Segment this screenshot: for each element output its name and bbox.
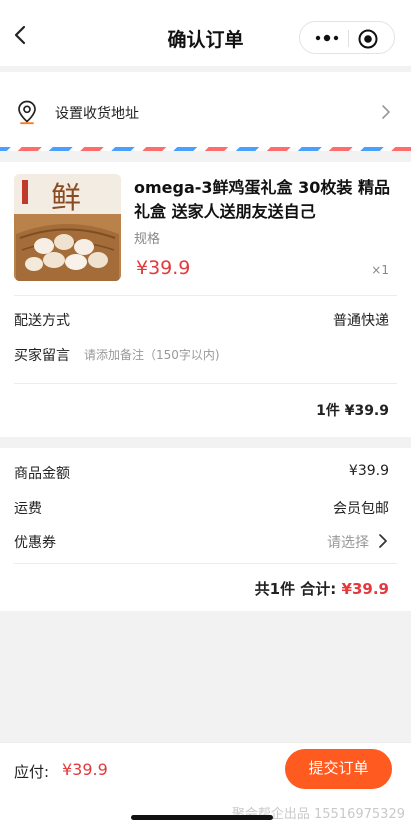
capsule-divider [348, 30, 349, 47]
target-circle-icon[interactable] [357, 28, 379, 50]
divider [14, 563, 397, 564]
product-spec: 规格 [134, 232, 161, 247]
product-quantity: ×1 [371, 263, 389, 277]
product-image[interactable]: 鲜 [14, 174, 121, 281]
product-name: omega-3鲜鸡蛋礼盒 30枚装 精品礼盒 送家人送朋友送自己 [134, 178, 390, 221]
coupon-select[interactable]: 请选择 [327, 532, 369, 552]
location-pin-icon [18, 100, 36, 125]
total-prefix: 共1件 合计: [254, 580, 337, 598]
goods-amount-value: ¥39.9 [348, 463, 389, 479]
memo-label: 买家留言 [14, 348, 70, 364]
pay-amount: ¥39.9 [62, 760, 108, 779]
memo-row: 买家留言 请添加备注（150字以内) [14, 345, 389, 365]
home-indicator [131, 815, 273, 820]
address-envelope-stripe [0, 147, 411, 151]
chevron-right-icon [379, 534, 387, 548]
coupon-row[interactable]: 优惠券 请选择 [14, 532, 389, 552]
order-subtotal: 1件 ¥39.9 [316, 403, 389, 419]
order-total: 共1件 合计: ¥39.9 [255, 578, 389, 599]
delivery-label: 配送方式 [14, 313, 70, 329]
goods-amount-row: 商品金额 ¥39.9 [14, 463, 389, 483]
more-dots-icon[interactable] [312, 30, 342, 46]
delivery-value: 普通快递 [333, 313, 389, 329]
shipping-label: 运费 [14, 501, 42, 517]
product-image-text: 鲜 [51, 181, 81, 216]
address-selector[interactable]: 设置收货地址 [0, 72, 411, 150]
shipping-value: 会员包邮 [333, 501, 389, 517]
price-summary: 商品金额 ¥39.9 运费 会员包邮 优惠券 请选择 共1件 合计: ¥39.9 [0, 448, 411, 611]
coupon-label: 优惠券 [14, 535, 56, 551]
submit-order-button[interactable]: 提交订单 [285, 749, 392, 789]
address-label: 设置收货地址 [55, 106, 139, 122]
pay-label: 应付: [14, 763, 50, 781]
divider [14, 295, 397, 296]
shipping-row: 运费 会员包邮 [14, 498, 389, 518]
divider [14, 383, 397, 384]
mini-program-capsule [299, 21, 395, 54]
delivery-row[interactable]: 配送方式 普通快递 [14, 310, 389, 330]
chevron-right-icon [382, 105, 390, 119]
memo-input[interactable]: 请添加备注（150字以内) [84, 346, 220, 363]
goods-amount-label: 商品金额 [14, 466, 70, 482]
total-value: ¥39.9 [341, 580, 389, 598]
product-price: ¥39.9 [136, 257, 191, 279]
checkout-bar: 应付: ¥39.9 提交订单 聚会帮企出品 15516975329 [0, 742, 411, 824]
navigation-bar: 确认订单 [0, 0, 411, 66]
order-item-card: 鲜 omega-3鲜鸡蛋礼盒 30枚装 精品礼盒 送家人送朋友送自己 规格 ¥3… [0, 162, 411, 437]
